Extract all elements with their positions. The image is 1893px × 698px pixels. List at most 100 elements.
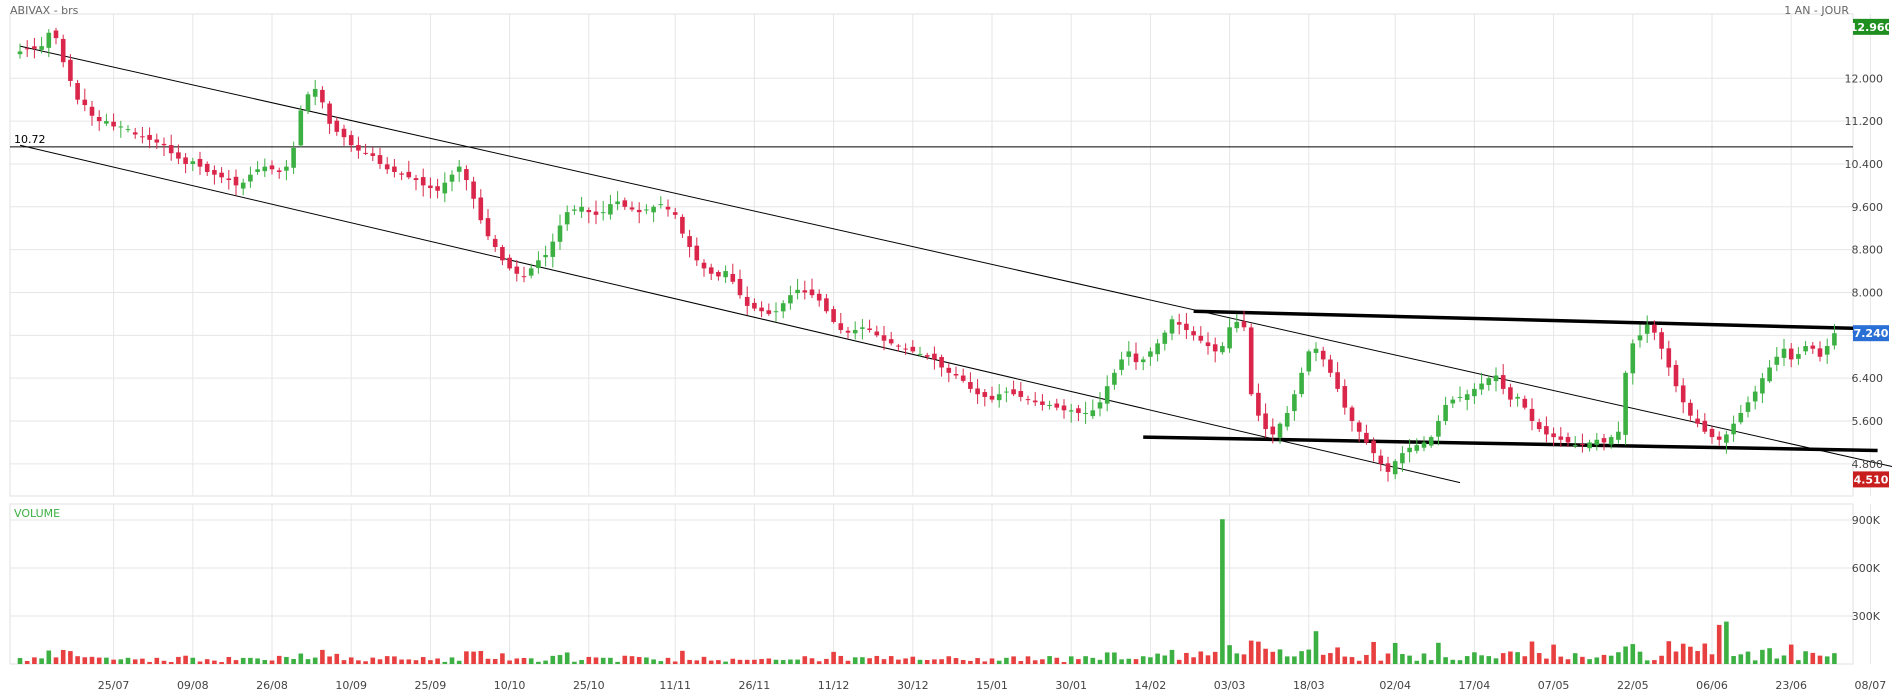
candle-body: [759, 307, 764, 312]
candle-body: [1493, 375, 1499, 382]
candle-body: [132, 132, 138, 135]
volume-bar: [276, 655, 282, 664]
volume-bar: [953, 658, 959, 664]
volume-bar: [1522, 656, 1528, 664]
candle-body: [694, 245, 700, 261]
volume-bar: [1414, 660, 1420, 664]
trend-line: [1143, 435, 1878, 453]
candle-body: [932, 353, 937, 360]
volume-bar: [154, 657, 160, 664]
volume-bar: [1587, 659, 1592, 664]
volume-bar: [298, 653, 304, 664]
volume-bar: [291, 658, 296, 664]
candle-body: [1738, 412, 1744, 423]
volume-bar: [140, 658, 145, 664]
candle-body: [968, 382, 973, 389]
candle-body: [1076, 408, 1081, 413]
volume-bar: [1716, 624, 1722, 664]
volume-bar: [1313, 631, 1319, 664]
volume-bar: [924, 659, 930, 664]
volume-bar: [305, 659, 311, 664]
candle-body: [449, 174, 455, 182]
volume-bar: [1752, 660, 1758, 664]
x-tick-label: 25/09: [415, 679, 447, 692]
volume-bar: [1220, 519, 1225, 664]
candle-body: [60, 38, 66, 63]
volume-bar: [1155, 653, 1160, 664]
candle-body: [1155, 343, 1160, 355]
candle-body: [680, 216, 685, 234]
volume-bar: [1673, 651, 1679, 664]
volume-bar: [240, 657, 246, 664]
candle-body: [528, 268, 534, 276]
volume-bar: [1184, 652, 1189, 664]
volume-bar: [665, 657, 671, 664]
candle-body: [780, 303, 786, 312]
candle-body: [1169, 319, 1175, 334]
volume-bar: [1011, 656, 1016, 664]
volume-bar: [730, 658, 736, 664]
candle-body: [75, 83, 80, 100]
volume-bar: [1378, 660, 1384, 664]
volume-bar: [471, 651, 476, 664]
candle-body: [1774, 356, 1780, 365]
candle-body: [543, 255, 548, 258]
candle-body: [1724, 434, 1729, 443]
volume-bar: [168, 661, 174, 664]
candle-body: [586, 209, 592, 213]
candle-body: [1191, 331, 1196, 336]
candle-body: [1220, 346, 1225, 353]
volume-bar: [507, 660, 512, 664]
candle-body: [1292, 394, 1297, 412]
candle-body: [154, 139, 160, 143]
y-tick-label: 8.800: [1852, 244, 1884, 257]
candle-body: [730, 273, 736, 282]
volume-bar: [701, 656, 707, 664]
candle-body: [1796, 354, 1801, 359]
volume-bar: [1126, 658, 1132, 664]
volume-bar: [888, 656, 894, 664]
candle-body: [1745, 402, 1751, 412]
volume-bar: [226, 656, 232, 664]
volume-bar: [852, 657, 858, 664]
candle-body: [1544, 426, 1549, 435]
candle-body: [226, 178, 232, 181]
candle-body: [1803, 346, 1808, 352]
volume-bar: [1256, 641, 1261, 664]
volume-tick-label: 300K: [1852, 610, 1881, 623]
volume-bar: [1342, 656, 1348, 664]
candle-body: [1112, 372, 1117, 385]
candle-body: [1695, 418, 1700, 424]
volume-bar: [39, 658, 44, 664]
volume-bar: [1472, 652, 1477, 664]
candle-body: [1320, 350, 1326, 360]
volume-bar: [694, 660, 700, 664]
volume-label: VOLUME: [14, 507, 61, 520]
candle-body: [399, 173, 404, 175]
candle-body: [406, 171, 412, 178]
volume-bar: [680, 650, 685, 664]
volume-bar: [780, 660, 786, 664]
candle-body: [1047, 404, 1052, 406]
volume-bar: [773, 659, 779, 664]
volume-bar: [658, 661, 664, 664]
volume-bar: [1119, 659, 1124, 664]
candle-body: [651, 206, 656, 213]
candle-body: [1176, 322, 1182, 325]
candle-body: [428, 185, 433, 189]
volume-bar: [1083, 656, 1088, 664]
volume-bar: [1356, 660, 1362, 664]
candle-body: [1227, 327, 1232, 349]
volume-bar: [996, 660, 1002, 664]
volume-bar: [874, 655, 880, 664]
candle-body: [845, 330, 851, 333]
period-selector[interactable]: 1 AN - JOUR: [1784, 4, 1849, 17]
y-tick-label: 4.800: [1852, 458, 1884, 471]
volume-bar: [622, 655, 628, 664]
candle-body: [1248, 327, 1254, 395]
volume-bar: [910, 656, 916, 664]
volume-bar: [212, 660, 217, 664]
volume-bar: [572, 661, 577, 664]
volume-bar: [176, 656, 181, 664]
candle-body: [1781, 348, 1787, 358]
